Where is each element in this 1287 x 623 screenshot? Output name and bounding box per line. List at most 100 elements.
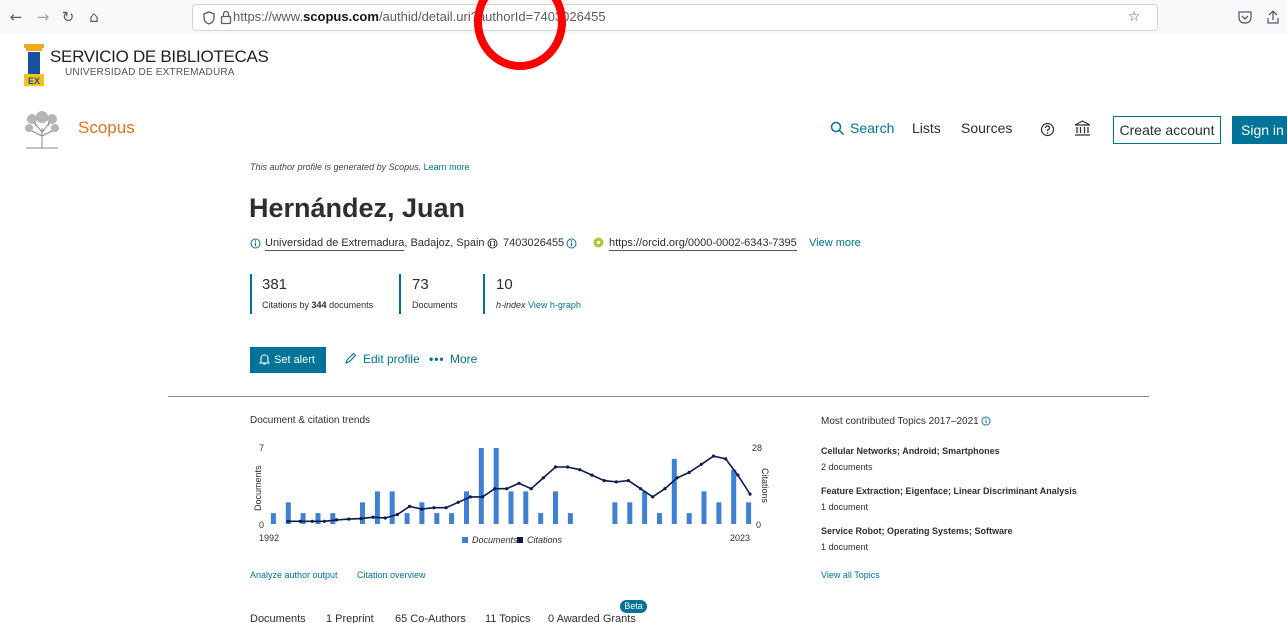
nav-lists[interactable]: Lists [912, 120, 941, 136]
documents-bar [404, 513, 410, 524]
tab-awarded-grants[interactable]: 0 Awarded Grants [548, 613, 636, 623]
citations-point [359, 517, 363, 521]
documents-bar [716, 502, 722, 524]
topics-info-icon[interactable] [981, 416, 992, 426]
document-citation-chart [270, 448, 752, 524]
documents-bar [360, 502, 365, 524]
nav-search[interactable]: Search [850, 120, 894, 136]
left-axis-min: 0 [259, 520, 265, 530]
pencil-icon[interactable] [344, 352, 357, 365]
citations-point [408, 504, 412, 508]
citations-point [286, 519, 290, 523]
citations-point [529, 487, 533, 491]
citations-point [468, 495, 472, 499]
hindex-label: h-index View h-graph [496, 300, 581, 310]
more-link[interactable]: More [450, 352, 477, 366]
documents-bar [731, 469, 737, 524]
left-axis-label: Documents [253, 465, 263, 511]
citations-value[interactable]: 381 [262, 276, 287, 293]
citation-overview-link[interactable]: Citation overview [357, 570, 426, 580]
right-axis-min: 0 [756, 520, 762, 530]
citations-point [614, 480, 618, 484]
create-account-button[interactable]: Create account [1113, 116, 1221, 144]
documents-bar [746, 502, 752, 524]
citations-point [651, 495, 655, 499]
tab-preprint[interactable]: 1 Preprint [326, 613, 374, 623]
red-circle-annotation [474, 0, 566, 70]
elsevier-tree-logo-icon[interactable] [22, 110, 62, 150]
documents-bar [389, 491, 395, 524]
citations-point [663, 487, 667, 491]
orcid-link[interactable]: https://orcid.org/0000-0002-6343-7395 [609, 237, 797, 251]
citations-point [517, 481, 521, 485]
citations-point [736, 473, 740, 477]
citations-point [626, 479, 630, 483]
topic-name[interactable]: Cellular Networks; Android; Smartphones [821, 446, 1000, 456]
info-icon[interactable] [250, 238, 261, 249]
topic-count: 1 document [821, 502, 869, 512]
citations-point [444, 506, 448, 510]
help-icon[interactable] [1040, 122, 1055, 137]
author-id-info-icon[interactable] [566, 238, 577, 249]
browser-toolbar: ← → ↻ ⌂ ☆ https://www.scopus.com/authid/… [0, 0, 1287, 34]
citations-point [383, 516, 387, 520]
author-name: Hernández, Juan [249, 193, 466, 223]
affiliation-link[interactable]: Universidad de Extremadura [265, 237, 405, 251]
search-icon[interactable] [830, 121, 845, 136]
profile-generated-note: This author profile is generated by Scop… [250, 162, 470, 172]
edit-profile-link[interactable]: Edit profile [363, 352, 420, 366]
set-alert-button[interactable]: Set alert [250, 347, 326, 373]
nav-sources[interactable]: Sources [961, 120, 1012, 136]
home-icon[interactable]: ⌂ [86, 9, 102, 25]
documents-value[interactable]: 73 [412, 276, 429, 293]
citations-point [711, 454, 716, 458]
library-logo-letters: EX [28, 76, 40, 86]
citations-point [371, 515, 375, 519]
metric-divider [399, 274, 401, 314]
citations-point [566, 465, 570, 469]
bookmark-star-icon[interactable]: ☆ [1126, 9, 1142, 25]
tab-coauthors[interactable]: 65 Co-Authors [395, 613, 466, 623]
analyze-author-output-link[interactable]: Analyze author output [250, 570, 338, 580]
citations-point [310, 519, 314, 523]
legend-citations-swatch [517, 537, 523, 543]
more-dots-icon[interactable]: ••• [429, 352, 445, 366]
share-icon[interactable] [1265, 9, 1281, 25]
topic-count: 2 documents [821, 462, 873, 472]
citations-point [456, 500, 460, 504]
view-all-topics-link[interactable]: View all Topics [821, 570, 880, 580]
view-more-link[interactable]: View more [809, 237, 861, 249]
forward-arrow-icon[interactable]: → [35, 9, 51, 25]
citations-point [322, 519, 327, 523]
left-axis-max: 7 [259, 443, 265, 453]
citations-point [395, 512, 399, 517]
x-axis-end: 2023 [730, 533, 751, 543]
citations-point [480, 495, 485, 499]
library-logo-icon: EX [24, 44, 44, 86]
documents-bar [464, 491, 469, 524]
citations-point [347, 517, 351, 521]
pocket-icon[interactable] [1237, 9, 1253, 25]
documents-bar [538, 513, 544, 524]
documents-bar [449, 513, 455, 524]
view-h-graph-link[interactable]: View h-graph [528, 300, 581, 310]
institution-icon[interactable] [1074, 120, 1091, 137]
citations-point [699, 462, 703, 466]
citations-point [639, 487, 643, 491]
topic-name[interactable]: Feature Extraction; Eigenface; Linear Di… [821, 486, 1077, 496]
citations-point [724, 457, 728, 461]
back-arrow-icon[interactable]: ← [8, 9, 24, 25]
citations-point [335, 518, 339, 522]
citations-point [590, 473, 594, 477]
citations-point [687, 470, 691, 474]
documents-bar [567, 513, 573, 524]
tab-documents[interactable]: Documents [250, 613, 306, 623]
tab-topics[interactable]: 11 Topics [485, 613, 530, 623]
documents-bar [434, 513, 440, 524]
sign-in-button[interactable]: Sign in [1232, 116, 1287, 144]
reload-icon[interactable]: ↻ [60, 9, 76, 25]
learn-more-link[interactable]: Learn more [424, 162, 470, 172]
documents-bar [627, 502, 633, 524]
topic-name[interactable]: Service Robot; Operating Systems; Softwa… [821, 526, 1013, 536]
scopus-brand-link[interactable]: Scopus [78, 118, 135, 138]
